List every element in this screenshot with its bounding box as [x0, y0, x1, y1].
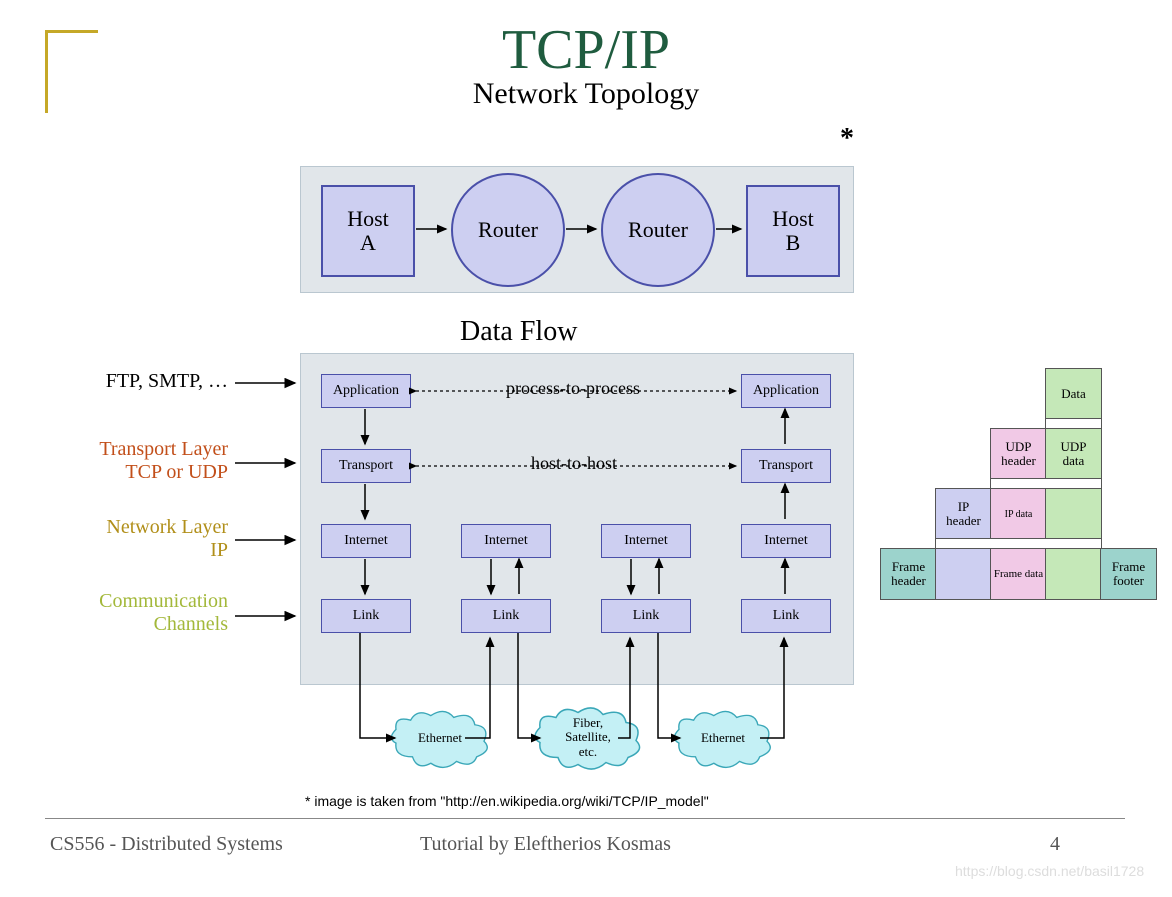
- left-label-network-l2: IP: [210, 539, 228, 561]
- inet-4: Internet: [741, 524, 831, 558]
- left-label-comm: Communication Channels: [48, 590, 228, 636]
- left-label-transport: Transport Layer TCP or UDP: [48, 438, 228, 484]
- enc-ip-data-pink: IP data: [990, 488, 1047, 540]
- link-3: Link: [601, 599, 691, 633]
- footer-left: CS556 - Distributed Systems: [50, 833, 283, 856]
- inet-3: Internet: [601, 524, 691, 558]
- footer-mid: Tutorial by Eleftherios Kosmas: [420, 833, 671, 856]
- p2p-label: process-to-process: [506, 378, 640, 399]
- router1-circle: Router: [451, 173, 565, 287]
- footer-rule: [45, 818, 1125, 819]
- left-label-ftp-text: FTP, SMTP, …: [106, 370, 228, 392]
- host-b-label-1: Host: [772, 207, 814, 231]
- enc-udp-data: UDP data: [1045, 428, 1102, 480]
- encapsulation-diagram: Data UDP header UDP data IP header IP da…: [865, 368, 1160, 668]
- cloud-ethernet-1: Ethernet: [385, 706, 495, 771]
- citation-text: * image is taken from "http://en.wikiped…: [305, 793, 709, 809]
- left-label-comm-l2: Channels: [154, 613, 228, 635]
- enc-frame-green: [1045, 548, 1102, 600]
- enc-frame-data: Frame data: [990, 548, 1047, 600]
- app-left: Application: [321, 374, 411, 408]
- enc-ip-header: IP header: [935, 488, 992, 540]
- link-2: Link: [461, 599, 551, 633]
- host-b-label-2: B: [786, 231, 801, 255]
- trans-right: Transport: [741, 449, 831, 483]
- h2h-label: host-to-host: [531, 453, 617, 474]
- cloud-fiber-label: Fiber, Satellite, etc.: [565, 716, 611, 759]
- link-1: Link: [321, 599, 411, 633]
- cloud-ethernet-2-label: Ethernet: [701, 731, 745, 745]
- watermark: https://blog.csdn.net/basil1728: [955, 863, 1144, 879]
- enc-data: Data: [1045, 368, 1102, 420]
- cloud-ethernet-2: Ethernet: [668, 706, 778, 771]
- enc-frame-header: Frame header: [880, 548, 937, 600]
- cloud-fiber: Fiber, Satellite, etc.: [528, 700, 648, 775]
- slide-title: TCP/IP: [0, 18, 1172, 82]
- dataflow-panel: Application Application process-to-proce…: [300, 353, 854, 685]
- host-a-label-1: Host: [347, 207, 389, 231]
- router2-circle: Router: [601, 173, 715, 287]
- enc-udp-header: UDP header: [990, 428, 1047, 480]
- slide-corner-decoration: [45, 30, 98, 113]
- dataflow-heading: Data Flow: [460, 316, 577, 348]
- topology-panel: Host A Router Router Host B: [300, 166, 854, 293]
- left-label-transport-l1: Transport Layer: [99, 438, 228, 460]
- host-b-box: Host B: [746, 185, 840, 277]
- left-label-ftp: FTP, SMTP, …: [48, 370, 228, 393]
- left-label-transport-l2: TCP or UDP: [125, 461, 228, 483]
- footer-page: 4: [1050, 833, 1060, 856]
- router2-label: Router: [628, 217, 688, 243]
- link-4: Link: [741, 599, 831, 633]
- app-right: Application: [741, 374, 831, 408]
- enc-ip-data-green: [1045, 488, 1102, 540]
- left-label-network-l1: Network Layer: [106, 516, 228, 538]
- router1-label: Router: [478, 217, 538, 243]
- host-a-box: Host A: [321, 185, 415, 277]
- cloud-ethernet-1-label: Ethernet: [418, 731, 462, 745]
- inet-1: Internet: [321, 524, 411, 558]
- left-label-network: Network Layer IP: [48, 516, 228, 562]
- trans-left: Transport: [321, 449, 411, 483]
- inet-2: Internet: [461, 524, 551, 558]
- enc-frame-lav: [935, 548, 992, 600]
- host-a-label-2: A: [360, 231, 376, 255]
- left-label-comm-l1: Communication: [99, 590, 228, 612]
- topology-heading: Network Topology: [0, 77, 1172, 111]
- asterisk-marker: *: [840, 123, 854, 155]
- enc-frame-footer: Frame footer: [1100, 548, 1157, 600]
